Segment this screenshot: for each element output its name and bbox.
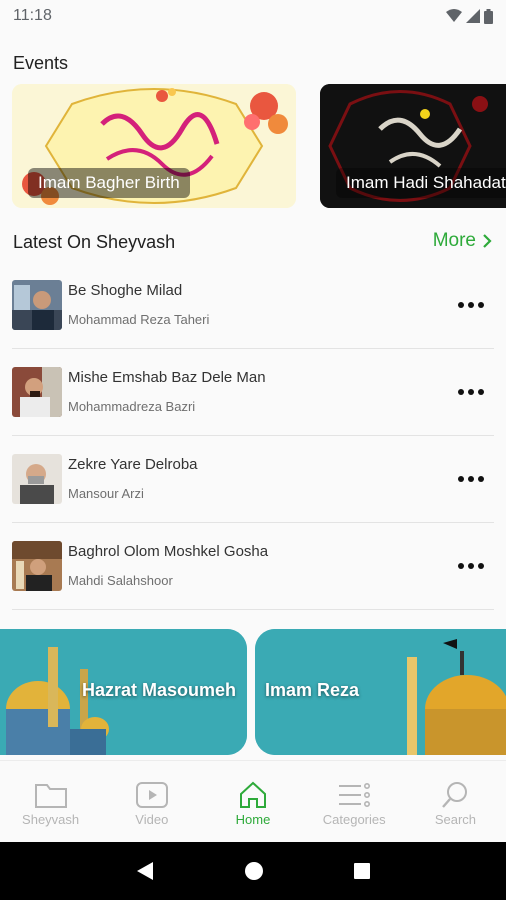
bottom-nav: Sheyvash Video Home Categories Search [0,760,506,842]
latest-title: Latest On Sheyvash [13,232,176,252]
more-link[interactable]: More [433,230,492,252]
shrine-label: Imam Reza [265,680,360,700]
nav-item-categories[interactable]: Categories [304,761,405,842]
item-title: Zekre Yare Delroba [68,456,198,473]
home-circle-icon[interactable] [244,861,264,881]
list-item[interactable]: Be Shoghe Milad Mohammad Reza Taheri [12,262,494,349]
event-card-imam-hadi-shahadat[interactable]: Imam Hadi Shahadat [320,84,506,208]
nav-item-video[interactable]: Video [101,761,202,842]
item-title: Mishe Emshab Baz Dele Man [68,369,266,386]
item-artist: Mohammadreza Bazri [68,399,196,414]
thumbnail [12,367,62,417]
status-bar: 11:18 [0,0,506,32]
nav-item-search[interactable]: Search [405,761,506,842]
home-icon [240,781,266,808]
recents-icon[interactable] [353,862,371,880]
event-label: Imam Bagher Birth [28,168,190,198]
event-label: Imam Hadi Shahadat [336,168,506,198]
event-card-imam-bagher-birth[interactable]: Imam Bagher Birth [12,84,296,208]
nav-label: Video [135,812,169,827]
status-icons [446,8,493,24]
shrine-card-imam-reza[interactable]: Imam Reza [255,629,506,755]
thumbnail [12,454,62,504]
item-artist: Mansour Arzi [68,486,144,501]
more-options-icon[interactable] [458,556,484,576]
list-item[interactable]: Baghrol Olom Moshkel Gosha Mahdi Salahsh… [12,523,494,610]
categories-icon [339,782,371,807]
nav-label: Sheyvash [22,812,80,827]
more-label: More [432,230,476,251]
events-carousel[interactable]: Imam Bagher Birth Imam Hadi Shahadat [12,84,506,208]
thumbnail [12,541,62,591]
list-item[interactable]: Zekre Yare Delroba Mansour Arzi [12,436,494,523]
shrine-carousel[interactable]: Hazrat Masoumeh Imam Reza [0,629,506,755]
back-icon[interactable] [135,860,155,882]
battery-icon [484,8,493,24]
shrine-label: Hazrat Masoumeh [82,680,237,700]
events-title: Events [13,53,69,73]
nav-label: Search [434,812,477,827]
list-item[interactable]: Mishe Emshab Baz Dele Man Mohammadreza B… [12,349,494,436]
system-nav-bar [0,842,506,900]
thumbnail [12,280,62,330]
nav-label: Categories [322,812,386,827]
chevron-right-icon [483,234,492,248]
wifi-icon [446,9,462,22]
latest-list: Be Shoghe Milad Mohammad Reza Taheri Mis… [12,262,494,610]
nav-item-home[interactable]: Home [202,761,303,842]
more-options-icon[interactable] [458,295,484,315]
nav-label: Home [235,812,271,827]
play-icon [135,782,168,808]
nav-item-sheyvash[interactable]: Sheyvash [0,761,101,842]
item-title: Be Shoghe Milad [68,282,183,299]
item-artist: Mohammad Reza Taheri [68,312,210,327]
status-time: 11:18 [13,7,52,24]
search-icon [442,782,468,808]
more-options-icon[interactable] [458,469,484,489]
item-title: Baghrol Olom Moshkel Gosha [68,543,269,560]
signal-icon [466,9,480,23]
more-options-icon[interactable] [458,382,484,402]
shrine-card-hazrat-masoumeh[interactable]: Hazrat Masoumeh [0,629,247,755]
item-artist: Mahdi Salahshoor [68,573,173,588]
folder-icon [34,784,67,808]
